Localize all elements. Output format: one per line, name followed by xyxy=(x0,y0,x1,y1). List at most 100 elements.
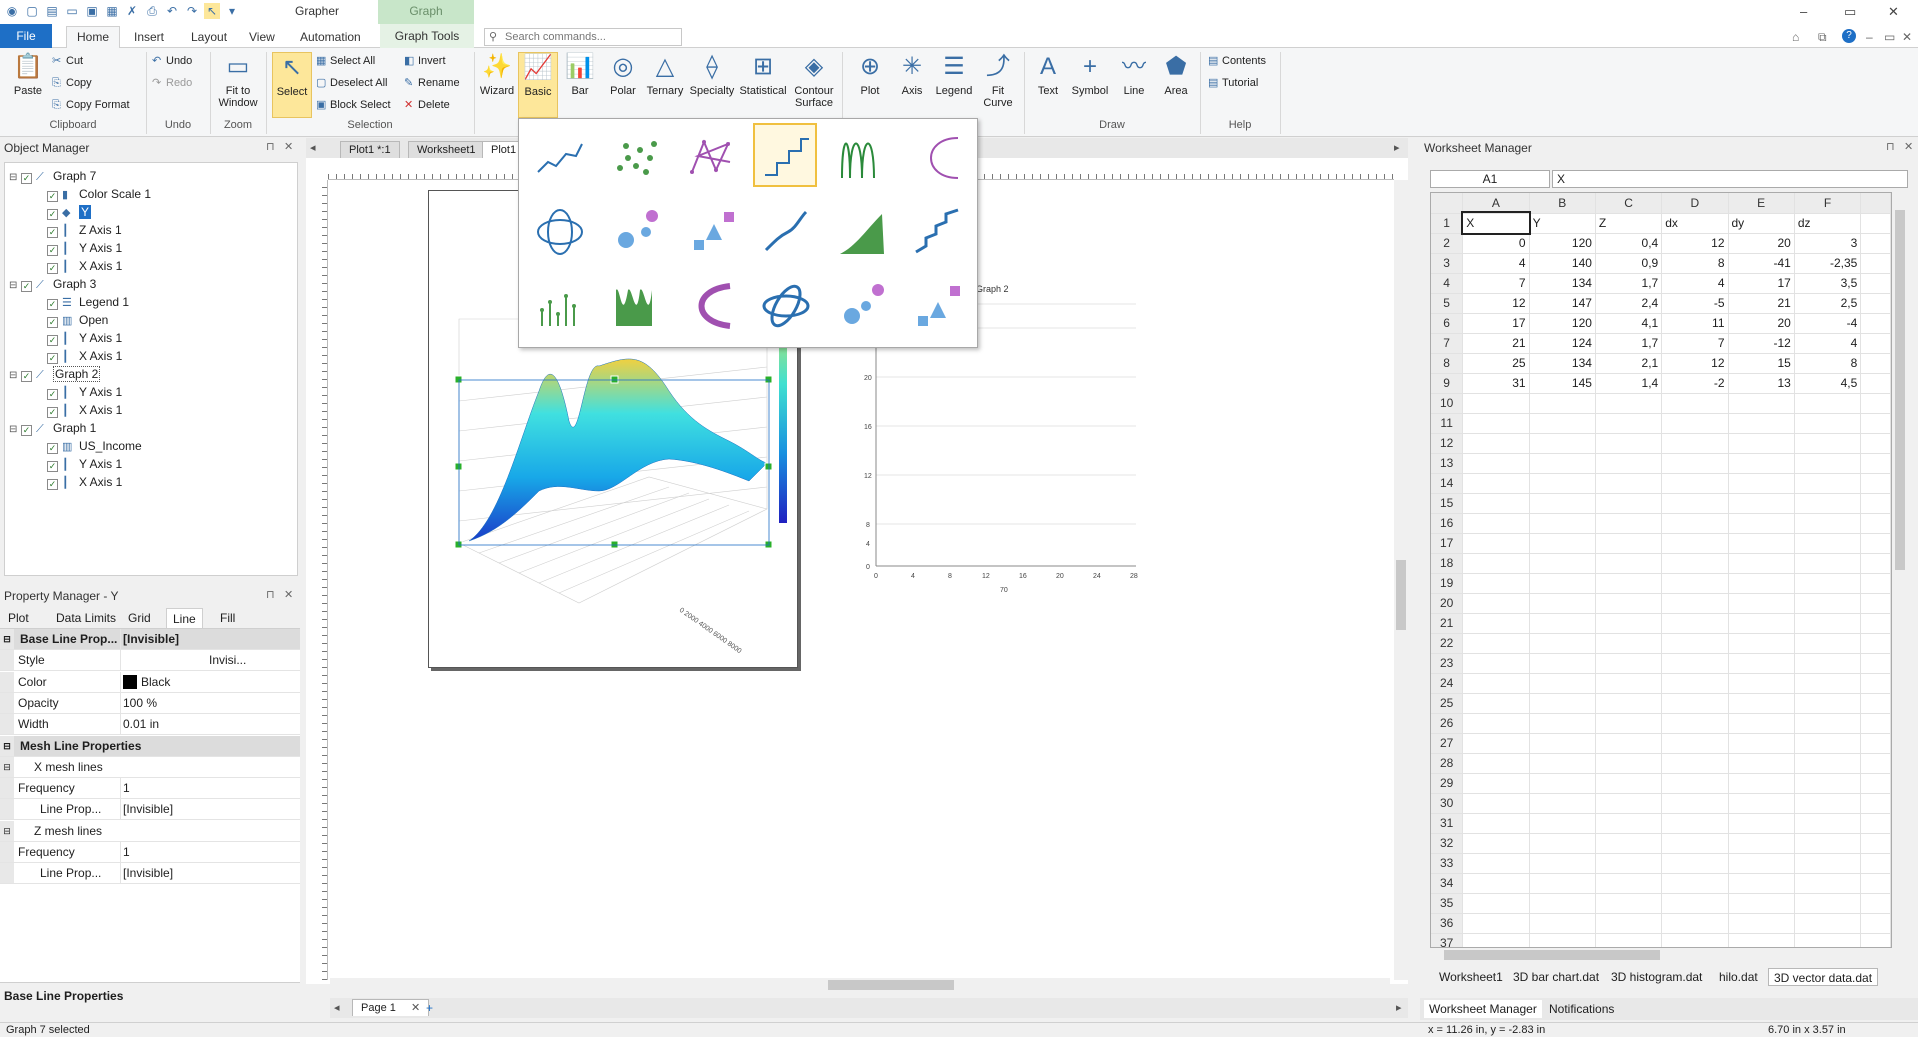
tab-grid[interactable]: Grid xyxy=(122,608,157,628)
table-cell[interactable] xyxy=(1728,393,1795,414)
table-cell[interactable] xyxy=(1462,533,1530,554)
table-cell[interactable] xyxy=(1595,913,1663,934)
table-cell[interactable] xyxy=(1728,593,1795,614)
column-header[interactable]: D xyxy=(1661,193,1729,214)
table-cell[interactable] xyxy=(1462,613,1530,634)
cell-reference-box[interactable]: A1 xyxy=(1430,170,1550,188)
close-page-icon[interactable]: ✕ xyxy=(411,1002,420,1014)
copy-button[interactable]: ⎘ Copy xyxy=(52,74,92,92)
table-cell[interactable]: 147 xyxy=(1529,293,1596,314)
row-header[interactable]: 6 xyxy=(1431,313,1464,334)
gallery-scatter-plot[interactable] xyxy=(603,125,667,189)
tab-home[interactable]: Home xyxy=(66,26,121,49)
property-row[interactable]: ⊟ Z mesh lines xyxy=(0,820,300,842)
collapse-icon[interactable]: ⊟ xyxy=(9,169,19,187)
table-cell[interactable]: 21 xyxy=(1728,293,1795,314)
table-cell[interactable] xyxy=(1529,673,1596,694)
row-header[interactable]: 3 xyxy=(1431,253,1464,274)
table-cell[interactable] xyxy=(1661,913,1729,934)
table-cell[interactable] xyxy=(1728,493,1795,514)
table-cell[interactable] xyxy=(1860,573,1891,594)
tab-file[interactable]: File xyxy=(0,24,52,48)
row-header[interactable]: 28 xyxy=(1431,753,1464,774)
table-cell[interactable] xyxy=(1462,493,1530,514)
table-cell[interactable]: X xyxy=(1460,211,1532,235)
row-header[interactable]: 31 xyxy=(1431,813,1464,834)
table-cell[interactable]: 120 xyxy=(1529,313,1596,334)
gallery-polar-function-plot[interactable] xyxy=(905,125,969,189)
help-icon[interactable]: ? xyxy=(1842,29,1856,43)
visibility-checkbox[interactable]: ✓ xyxy=(47,299,58,310)
table-cell[interactable] xyxy=(1794,873,1862,894)
row-header[interactable]: 17 xyxy=(1431,533,1464,554)
table-cell[interactable] xyxy=(1860,653,1891,674)
property-value[interactable]: [Invisible] xyxy=(120,629,298,649)
gallery-3d-step-plot[interactable] xyxy=(905,199,969,263)
table-cell[interactable] xyxy=(1860,733,1891,754)
table-cell[interactable] xyxy=(1728,713,1795,734)
table-cell[interactable] xyxy=(1529,553,1596,574)
row-header[interactable]: 29 xyxy=(1431,773,1464,794)
row-header[interactable]: 18 xyxy=(1431,553,1464,574)
visibility-checkbox[interactable]: ✓ xyxy=(47,335,58,346)
table-cell[interactable] xyxy=(1794,573,1862,594)
add-legend-button[interactable]: ☰ Legend xyxy=(934,52,974,97)
row-header[interactable]: 5 xyxy=(1431,293,1464,314)
sheet-tab-3d-vector-data[interactable]: 3D vector data.dat xyxy=(1768,968,1879,986)
gallery-class-scatter-plot[interactable] xyxy=(679,199,743,263)
table-cell[interactable]: -2 xyxy=(1661,373,1729,394)
surface-plot-shape[interactable] xyxy=(468,358,768,542)
table-cell[interactable] xyxy=(1794,433,1862,454)
close-doc-icon[interactable]: ✗ xyxy=(124,3,140,19)
gallery-parametric-plot[interactable] xyxy=(527,199,591,263)
table-cell[interactable] xyxy=(1728,453,1795,474)
table-cell[interactable] xyxy=(1860,553,1891,574)
table-cell[interactable] xyxy=(1462,433,1530,454)
object-tree[interactable]: ⊟ ✓ ⟋ Graph 7 ✓ ▮ Color Scale 1 ✓ ◆ Y ✓ ┃ Z Axis 1 ✓ ┃… xyxy=(4,162,298,576)
tree-child-node[interactable]: ✓ ┃ X Axis 1 xyxy=(47,347,122,365)
row-header[interactable]: 30 xyxy=(1431,793,1464,814)
table-cell[interactable] xyxy=(1728,433,1795,454)
table-cell[interactable] xyxy=(1860,813,1891,834)
paste-button[interactable]: 📋 Paste xyxy=(10,52,46,97)
visibility-checkbox[interactable]: ✓ xyxy=(47,263,58,274)
table-cell[interactable] xyxy=(1595,413,1663,434)
table-cell[interactable] xyxy=(1661,453,1729,474)
worksheet-vertical-scroll-thumb[interactable] xyxy=(1895,210,1905,570)
collapse-icon[interactable]: ⊟ xyxy=(9,277,19,295)
table-cell[interactable] xyxy=(1794,593,1862,614)
table-cell[interactable]: 140 xyxy=(1529,253,1596,274)
table-cell[interactable]: 17 xyxy=(1728,273,1795,294)
table-cell[interactable] xyxy=(1595,573,1663,594)
pin-icon[interactable]: ⊓ xyxy=(266,588,275,601)
table-cell[interactable] xyxy=(1529,593,1596,614)
table-cell[interactable] xyxy=(1595,533,1663,554)
table-cell[interactable] xyxy=(1794,853,1862,874)
table-cell[interactable]: Z xyxy=(1595,213,1663,234)
table-cell[interactable] xyxy=(1860,213,1891,234)
table-cell[interactable] xyxy=(1529,513,1596,534)
tree-child-node[interactable]: ✓ ▥ Open xyxy=(47,311,108,329)
table-cell[interactable] xyxy=(1661,493,1729,514)
table-cell[interactable] xyxy=(1794,753,1862,774)
table-cell[interactable] xyxy=(1529,733,1596,754)
table-cell[interactable] xyxy=(1595,673,1663,694)
row-header[interactable]: 25 xyxy=(1431,693,1464,714)
open-icon[interactable]: ▭ xyxy=(64,3,80,19)
property-value[interactable]: 1 xyxy=(120,842,298,862)
table-cell[interactable] xyxy=(1529,833,1596,854)
table-cell[interactable] xyxy=(1661,933,1729,947)
table-cell[interactable] xyxy=(1860,313,1891,334)
table-cell[interactable]: 20 xyxy=(1728,233,1795,254)
row-header[interactable]: 16 xyxy=(1431,513,1464,534)
visibility-checkbox[interactable]: ✓ xyxy=(47,461,58,472)
table-cell[interactable] xyxy=(1794,933,1862,947)
column-header[interactable]: C xyxy=(1595,193,1663,214)
column-header[interactable]: A xyxy=(1462,193,1530,214)
table-cell[interactable] xyxy=(1860,453,1891,474)
row-header[interactable]: 36 xyxy=(1431,913,1464,934)
save-icon[interactable]: ▣ xyxy=(84,3,100,19)
table-cell[interactable] xyxy=(1595,933,1663,947)
table-cell[interactable] xyxy=(1595,793,1663,814)
table-cell[interactable] xyxy=(1462,673,1530,694)
